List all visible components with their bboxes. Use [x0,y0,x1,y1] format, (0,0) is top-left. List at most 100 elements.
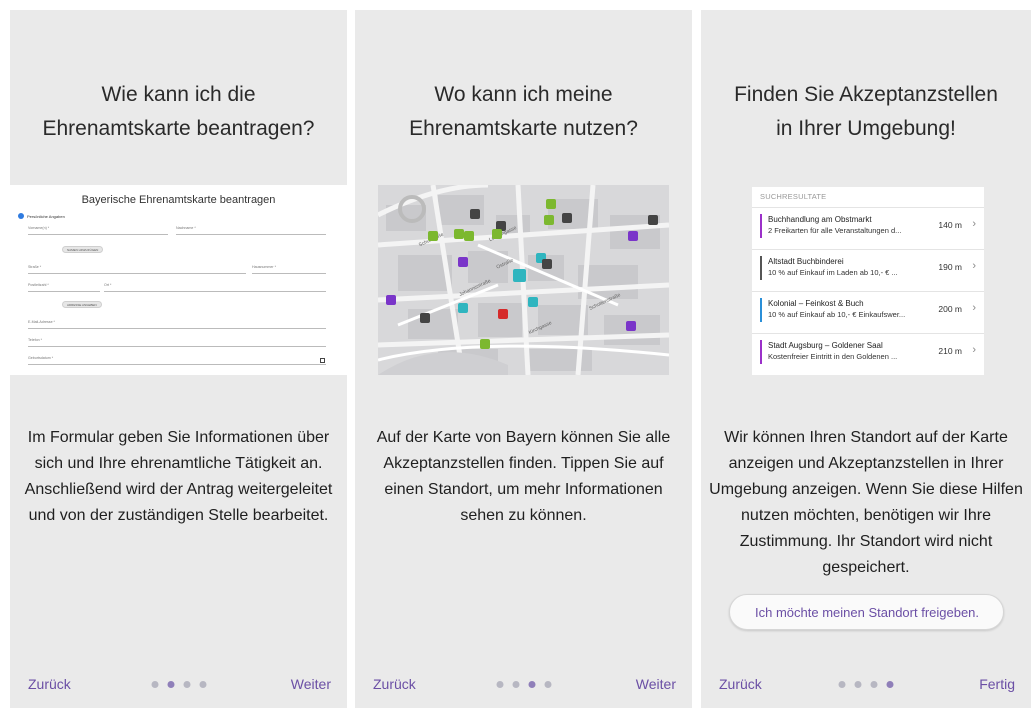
map-marker [428,231,438,241]
chevron-right-icon: › [972,302,976,314]
page-dot-2 [512,681,519,688]
street-field: Straße * [28,265,246,274]
map-marker [480,339,490,349]
page-dot-4 [544,681,551,688]
title-line-2: Ehrenamtskarte nutzen? [409,117,638,140]
panel-description: Wir können Ihren Standort auf der Karte … [709,429,1023,576]
panel-footer: Zurück Weiter [10,676,347,696]
form-section-header: Persönliche Angaben [18,213,65,219]
map-marker [458,303,468,313]
result-description: Kostenfreier Eintritt in den Goldenen ..… [768,352,898,361]
housenumber-field: Hausnummer * [252,265,326,274]
page-dot-1 [838,681,846,688]
form-title: Bayerische Ehrenamtskarte beantragen [81,194,276,206]
onboarding-panel-map: Wo kann ich meine Ehrenamtskarte nutzen? [355,10,692,708]
result-item: Kolonial – Feinkost & Buch 10 % auf Eink… [752,291,984,331]
lastname-field: Nachname * [176,226,326,235]
postcode-field: Postleitzahl * [28,283,100,292]
page-dot-4 [199,681,206,688]
title-line-1: Wo kann ich meine [434,83,613,106]
share-location-button[interactable]: Ich möchte meinen Standort freigeben. [729,594,1004,630]
result-distance: 140 m [938,220,962,230]
title-line-2: in Ihrer Umgebung! [776,117,956,140]
page-indicator [838,681,894,688]
map-marker [498,309,508,319]
result-description: 10 % auf Einkauf ab 10,- € Einkaufswer..… [768,310,906,319]
panel-footer: Zurück Fertig [701,676,1031,696]
map-marker [454,229,464,239]
page-dot-4 [886,681,894,688]
result-description: 2 Freikarten für alle Veranstaltungen d.… [768,226,902,235]
page-dot-1 [496,681,503,688]
map-marker [528,297,538,307]
section-label: Persönliche Angaben [27,213,65,219]
panel-footer: Zurück Weiter [355,676,692,696]
page-indicator [496,681,551,688]
title-line-1: Finden Sie Akzeptanzstellen [734,83,998,106]
page-dot-1 [151,681,158,688]
panel-title: Wie kann ich die Ehrenamtskarte beantrag… [10,78,347,146]
map-marker [648,215,658,225]
result-item: Stadt Augsburg – Goldener Saal Kostenfre… [752,333,984,373]
map-marker [420,313,430,323]
add-address-button: ADRESSE ANGEBEN [62,301,102,308]
result-distance: 210 m [938,346,962,356]
page-dot-2 [167,681,174,688]
phone-field: Telefon * [28,338,326,347]
map-marker [546,199,556,209]
category-bar [760,298,762,322]
page-dot-3 [870,681,878,688]
application-form-preview: Bayerische Ehrenamtskarte beantragen Per… [10,185,347,375]
results-header: SUCHRESULTATE [760,192,827,201]
map-preview: Lebuchgasse Ostraße Johannisstraße Schot… [378,185,669,375]
page-indicator [151,681,206,688]
map-marker [492,229,502,239]
result-item: Altstadt Buchbinderei 10 % auf Einkauf i… [752,249,984,289]
finish-button[interactable]: Fertig [979,676,1015,692]
result-item: Buchhandlung am Obstmarkt 2 Freikarten f… [752,207,984,247]
panel-description: Auf der Karte von Bayern können Sie alle… [376,429,671,524]
result-name: Altstadt Buchbinderei [768,257,844,266]
title-line-1: Wie kann ich die [101,83,256,106]
map-marker [386,295,396,305]
back-button[interactable]: Zurück [28,676,71,692]
map-marker [513,269,526,282]
category-bar [760,256,762,280]
onboarding-panel-location: Finden Sie Akzeptanzstellen in Ihrer Umg… [701,10,1031,708]
chevron-right-icon: › [972,218,976,230]
page-dot-3 [183,681,190,688]
page-dot-3 [528,681,535,688]
firstname-field: Vorname(n) * [28,226,168,235]
title-line-2: Ehrenamtskarte beantragen? [42,117,315,140]
map-marker [458,257,468,267]
next-button[interactable]: Weiter [636,676,676,692]
back-button[interactable]: Zurück [719,676,762,692]
category-bar [760,214,762,238]
city-field: Ort * [104,283,326,292]
section-bullet-icon [18,213,24,219]
panel-title: Finden Sie Akzeptanzstellen in Ihrer Umg… [701,78,1031,146]
map-marker [470,209,480,219]
panel-description: Im Formular geben Sie Informationen über… [24,429,333,524]
map-marker [544,215,554,225]
email-field: E-Mail-Adresse * [28,320,326,329]
result-distance: 200 m [938,304,962,314]
chevron-right-icon: › [972,260,976,272]
map-marker [464,231,474,241]
onboarding-panel-apply: Wie kann ich die Ehrenamtskarte beantrag… [10,10,347,708]
map-marker [628,231,638,241]
category-bar [760,340,762,364]
birthdate-field: Geburtsdatum * [28,356,326,365]
chevron-right-icon: › [972,344,976,356]
panel-title: Wo kann ich meine Ehrenamtskarte nutzen? [355,78,692,146]
next-button[interactable]: Weiter [291,676,331,692]
add-name-button: NAMEN HINZUFÜGEN [62,246,104,253]
result-description: 10 % auf Einkauf im Laden ab 10,- € ... [768,268,898,277]
result-name: Stadt Augsburg – Goldener Saal [768,341,883,350]
calendar-icon [320,358,325,363]
result-name: Kolonial – Feinkost & Buch [768,299,864,308]
result-name: Buchhandlung am Obstmarkt [768,215,872,224]
back-button[interactable]: Zurück [373,676,416,692]
map-marker [542,259,552,269]
page-dot-2 [854,681,862,688]
